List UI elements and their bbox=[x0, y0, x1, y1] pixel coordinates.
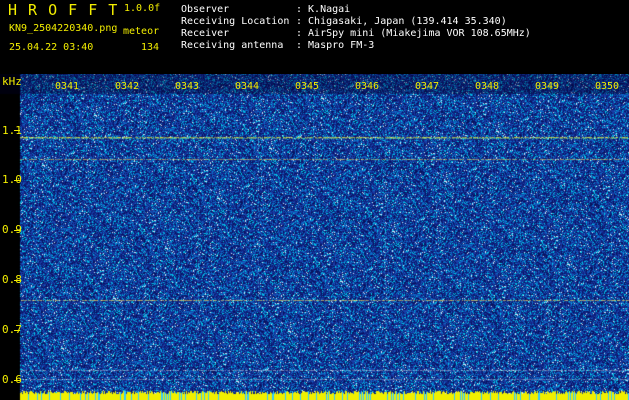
time-tick-label: 0346 bbox=[355, 81, 380, 92]
image-filename: KN9_2504220340.png bbox=[9, 23, 118, 34]
time-tick-label: 0343 bbox=[175, 81, 200, 92]
y-tick-mark bbox=[14, 280, 20, 281]
time-tick-label: 0349 bbox=[535, 81, 560, 92]
app-title: H R O F F T bbox=[8, 1, 119, 19]
time-tick-label: 0341 bbox=[55, 81, 80, 92]
app-version: 1.0.0f bbox=[124, 3, 161, 14]
y-tick-mark bbox=[14, 130, 20, 131]
y-tick-mark bbox=[14, 230, 20, 231]
meteor-count: 134 bbox=[141, 42, 160, 53]
time-tick-label: 0347 bbox=[415, 81, 440, 92]
info-label-location: Receiving Location bbox=[181, 16, 290, 27]
y-axis-unit: kHz bbox=[2, 75, 22, 88]
y-tick-mark bbox=[14, 380, 20, 381]
info-value-antenna: : Maspro FM-3 bbox=[296, 40, 375, 51]
mode-label: meteor bbox=[123, 26, 160, 37]
info-label-receiver: Receiver bbox=[181, 28, 230, 39]
time-tick-label: 0342 bbox=[115, 81, 140, 92]
time-tick-label: 0345 bbox=[295, 81, 320, 92]
y-tick-mark bbox=[14, 180, 20, 181]
time-tick-label: 0348 bbox=[475, 81, 500, 92]
time-tick-label: 0344 bbox=[235, 81, 260, 92]
info-value-receiver: : AirSpy mini (Miakejima VOR 108.65MHz) bbox=[296, 28, 531, 39]
info-label-antenna: Receiving antenna bbox=[181, 40, 284, 51]
spectrogram-canvas bbox=[0, 74, 629, 400]
info-label-observer: Observer bbox=[181, 4, 230, 15]
timestamp: 25.04.22 03:40 bbox=[9, 42, 94, 53]
y-tick-mark bbox=[14, 330, 20, 331]
info-value-observer: : K.Nagai bbox=[296, 4, 351, 15]
header-panel: H R O F F T 1.0.0f KN9_2504220340.png me… bbox=[0, 0, 629, 74]
time-tick-label: 0350 bbox=[595, 81, 620, 92]
info-value-location: : Chigasaki, Japan (139.414 35.340) bbox=[296, 16, 507, 27]
